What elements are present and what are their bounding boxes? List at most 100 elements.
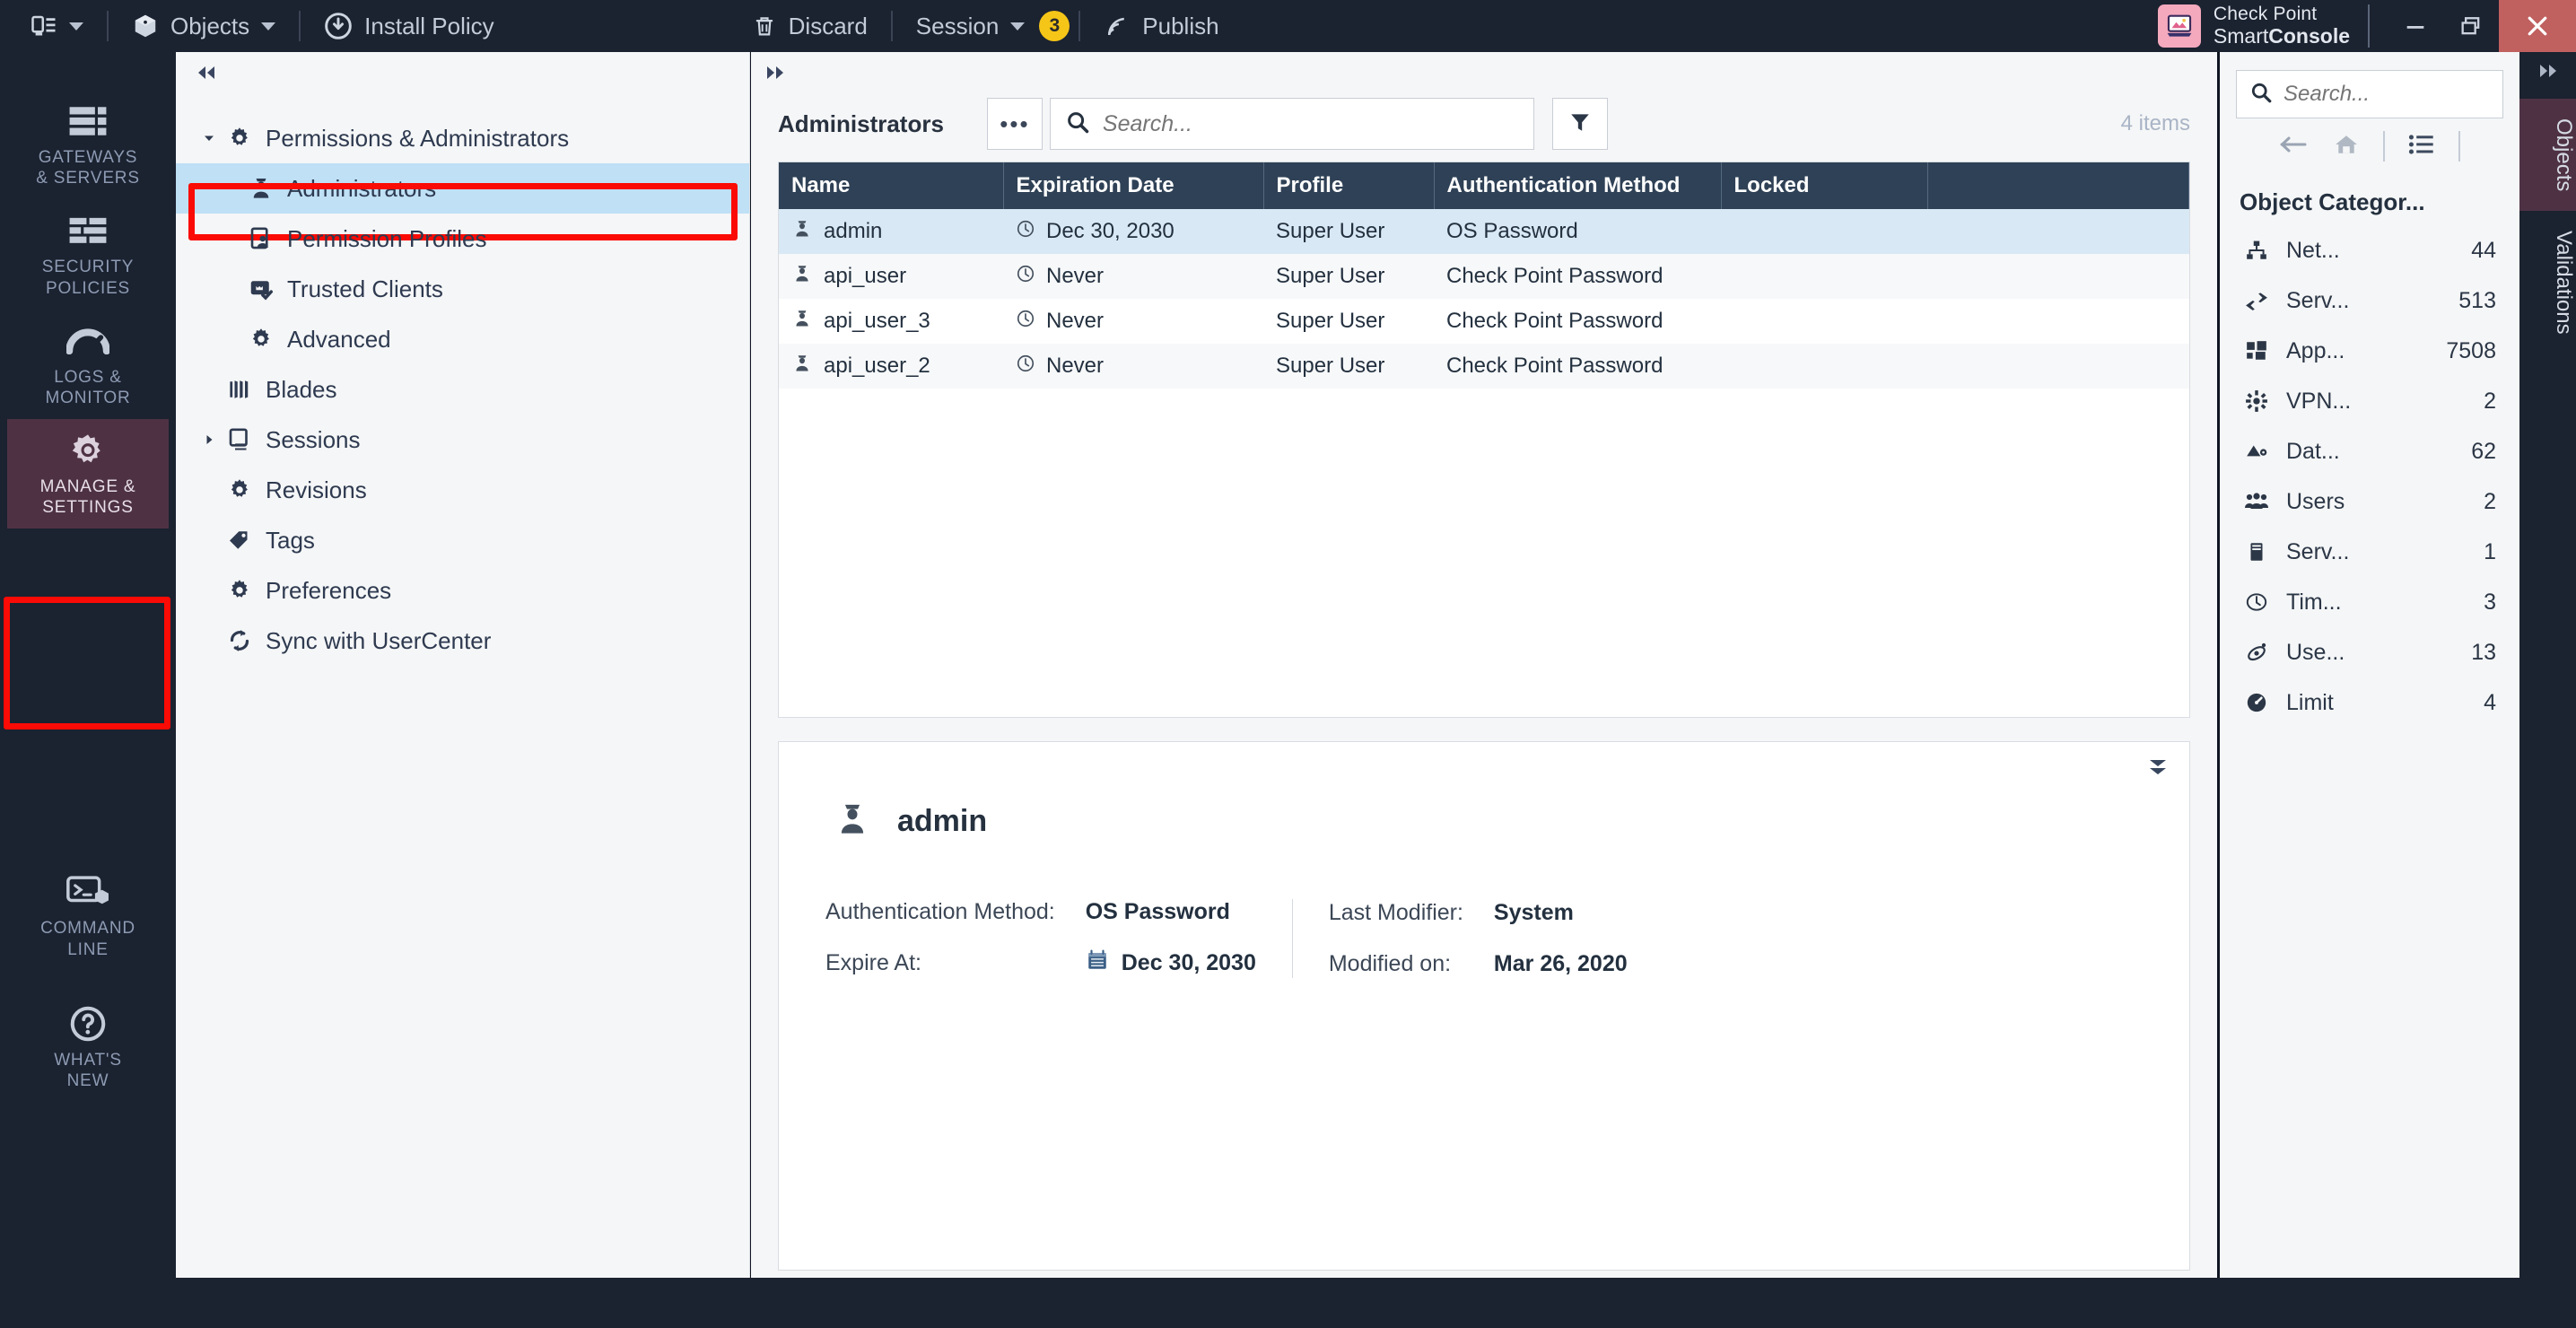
column-header-profile[interactable]: Profile [1263, 162, 1434, 209]
object-category-time[interactable]: Tim... 3 [2220, 577, 2519, 627]
close-button[interactable] [2499, 0, 2576, 52]
tree-item-administrators[interactable]: Administrators [176, 163, 749, 214]
object-category-count: 2 [2484, 389, 2496, 415]
column-header-locked[interactable]: Locked [1721, 162, 1927, 209]
sidebar-item-whats-new[interactable]: WHAT'SNEW [7, 992, 169, 1102]
administrator-icon [791, 353, 813, 380]
filter-icon [1568, 110, 1592, 138]
last-modifier-value: System [1494, 900, 1628, 926]
collapse-detail-button[interactable] [2146, 756, 2170, 782]
clock-icon [2241, 590, 2272, 614]
object-category-datacenter[interactable]: Dat... 62 [2220, 426, 2519, 476]
minimize-icon [2403, 13, 2428, 39]
object-categories-title: Object Categor... [2220, 174, 2519, 225]
table-header-row: Name Expiration Date Profile Authenticat… [779, 162, 2189, 209]
expand-right-button[interactable] [751, 52, 2217, 86]
tree-item-label: Preferences [266, 577, 391, 605]
table-row[interactable]: api_user_3 Never Super User Check Point … [779, 299, 2189, 344]
object-category-services[interactable]: Serv... 513 [2220, 275, 2519, 326]
sidebar-item-label: WHAT'S [54, 1051, 122, 1070]
tab-validations[interactable]: Validations [2519, 211, 2576, 354]
administrators-table: Name Expiration Date Profile Authenticat… [779, 162, 2189, 389]
tree-item-sessions[interactable]: Sessions [176, 415, 749, 465]
twisty-right-icon[interactable] [197, 432, 221, 447]
expire-at-value-wrapper: Dec 30, 2030 [1086, 948, 1256, 978]
gear-icon [221, 577, 258, 604]
tree-item-advanced[interactable]: Advanced [176, 314, 749, 364]
sidebar-item-label-2: MONITOR [46, 389, 131, 407]
column-header-authentication-method[interactable]: Authentication Method [1434, 162, 1721, 209]
object-category-vpn[interactable]: VPN... 2 [2220, 376, 2519, 426]
install-policy-button[interactable]: Install Policy [310, 0, 509, 52]
home-button[interactable] [2333, 133, 2360, 161]
clock-icon [1016, 264, 1035, 290]
object-category-users[interactable]: Users 2 [2220, 476, 2519, 527]
filter-button[interactable] [1552, 98, 1608, 150]
search-input-wrapper[interactable] [1050, 98, 1534, 150]
calendar-icon [1086, 948, 1109, 978]
tree-item-tags[interactable]: Tags [176, 515, 749, 565]
object-category-network[interactable]: Net... 44 [2220, 225, 2519, 275]
tree-item-label: Sync with UserCenter [266, 627, 491, 655]
objects-search-wrapper[interactable] [2236, 70, 2503, 118]
sidebar-item-gateways-servers[interactable]: GATEWAYS& SERVERS [7, 90, 169, 199]
tab-objects[interactable]: Objects [2519, 99, 2576, 211]
twisty-down-icon[interactable] [197, 131, 221, 145]
object-category-limit[interactable]: Limit 4 [2220, 677, 2519, 728]
sidebar-item-label: MANAGE & [40, 477, 136, 496]
tree-item-preferences[interactable]: Preferences [176, 565, 749, 616]
sidebar-item-logs-monitor[interactable]: LOGS &MONITOR [7, 310, 169, 419]
object-category-count: 3 [2484, 590, 2496, 616]
object-category-applications[interactable]: App... 7508 [2220, 326, 2519, 376]
question-icon [68, 1005, 108, 1043]
auth-method-value: OS Password [1086, 899, 1256, 925]
right-vertical-tabs: Objects Validations [2519, 52, 2576, 1278]
tree-item-permissions-administrators[interactable]: Permissions & Administrators [176, 113, 749, 163]
collapse-left-button[interactable] [176, 52, 749, 86]
app-menu-button[interactable] [0, 0, 98, 52]
column-header-expiration-date[interactable]: Expiration Date [1003, 162, 1263, 209]
tree-item-label: Blades [266, 376, 337, 404]
object-category-servers[interactable]: Serv... 1 [2220, 527, 2519, 577]
objects-menu-label: Objects [170, 13, 249, 40]
left-nav-rail: GATEWAYS& SERVERS SECURITYPOLICIES LOGS … [0, 52, 176, 1278]
administrators-list-pane: Administrators ••• 4 items Name [751, 52, 2217, 1278]
objects-search-input[interactable] [2283, 82, 2490, 107]
install-policy-icon [324, 12, 353, 40]
sidebar-item-command-line[interactable]: COMMANDLINE [7, 861, 169, 970]
session-menu-button[interactable]: Session [902, 0, 1040, 52]
cell-name: api_user_3 [779, 299, 1003, 344]
table-row[interactable]: admin Dec 30, 2030 Super User OS Passwor… [779, 209, 2189, 254]
search-input[interactable] [1103, 111, 1519, 137]
tree-item-permission-profiles[interactable]: Permission Profiles [176, 214, 749, 264]
object-category-label: Dat... [2286, 439, 2340, 465]
object-category-count: 4 [2484, 690, 2496, 716]
back-button[interactable] [2279, 134, 2310, 160]
session-count-badge[interactable]: 3 [1039, 11, 1070, 41]
discard-button[interactable]: Discard [738, 0, 882, 52]
minimize-button[interactable] [2388, 0, 2443, 52]
table-row[interactable]: api_user_2 Never Super User Check Point … [779, 344, 2189, 389]
restore-button[interactable] [2443, 0, 2499, 52]
vpn-icon [2241, 389, 2272, 413]
sidebar-item-manage-settings[interactable]: MANAGE &SETTINGS [7, 419, 169, 529]
sidebar-item-security-policies[interactable]: SECURITYPOLICIES [7, 199, 169, 309]
objects-menu-button[interactable]: Objects [118, 0, 290, 52]
tree-item-sync-with-usercenter[interactable]: Sync with UserCenter [176, 616, 749, 666]
publish-icon [1104, 13, 1131, 39]
tree-item-blades[interactable]: Blades [176, 364, 749, 415]
publish-button[interactable]: Publish [1089, 0, 1233, 52]
more-actions-button[interactable]: ••• [987, 98, 1043, 150]
title-bar: Objects Install Policy Discard Session 3 [0, 0, 2576, 52]
object-category-usercheck[interactable]: Use... 13 [2220, 627, 2519, 677]
expand-objects-pane-button[interactable] [2537, 52, 2560, 99]
tree-item-revisions[interactable]: Revisions [176, 465, 749, 515]
object-category-label: Users [2286, 489, 2345, 515]
more-icon: ••• [1000, 119, 1029, 128]
column-header-name[interactable]: Name [779, 162, 1003, 209]
list-view-button[interactable] [2408, 133, 2435, 161]
search-icon [1065, 109, 1090, 139]
cell-locked [1721, 344, 1927, 389]
tree-item-trusted-clients[interactable]: Trusted Clients [176, 264, 749, 314]
table-row[interactable]: api_user Never Super User Check Point Pa… [779, 254, 2189, 299]
